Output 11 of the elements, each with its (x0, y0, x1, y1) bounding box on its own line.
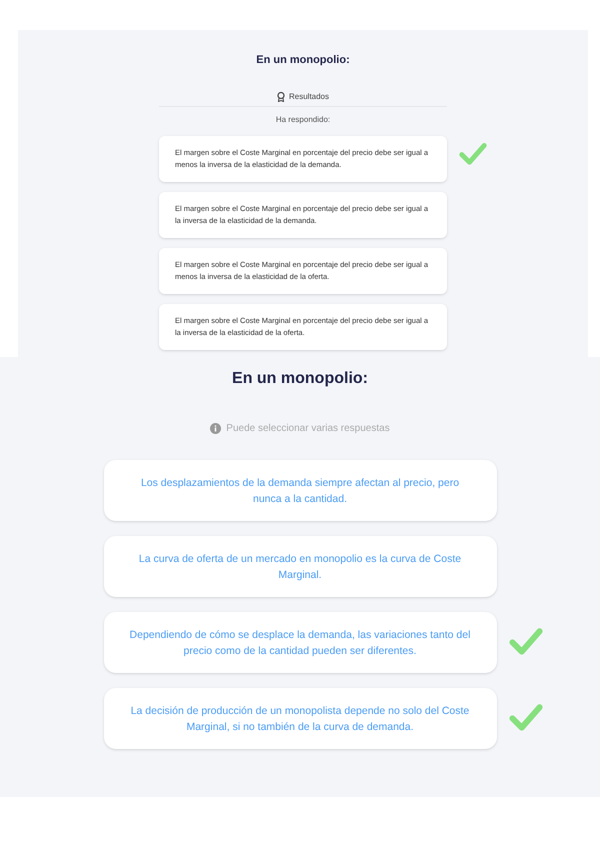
answered-label: Ha respondido: (276, 114, 330, 126)
answer-option[interactable]: Dependiendo de cómo se desplace la demanda, las variaciones tanto del precio como de la cantidad pueden ser diferentes. (104, 612, 496, 673)
answer-option[interactable]: La decisión de producción de un monopolista depende no solo del Coste Marginal, si no también de la curva de demanda. (104, 688, 496, 749)
hint-text: Puede seleccionar varias respuestas (226, 422, 390, 436)
question-title: En un monopolio: (232, 369, 368, 389)
info-icon (210, 423, 222, 434)
answer-option[interactable]: La curva de oferta de un mercado en monopolio es la curva de Coste Marginal. (104, 536, 496, 597)
answer-option[interactable]: Los desplazamientos de la demanda siempre afectan al precio, pero nunca a la cantidad. (104, 460, 496, 521)
results-label: Resultados (288, 90, 330, 102)
question-title: En un monopolio: (256, 53, 350, 68)
award-icon (276, 92, 285, 102)
